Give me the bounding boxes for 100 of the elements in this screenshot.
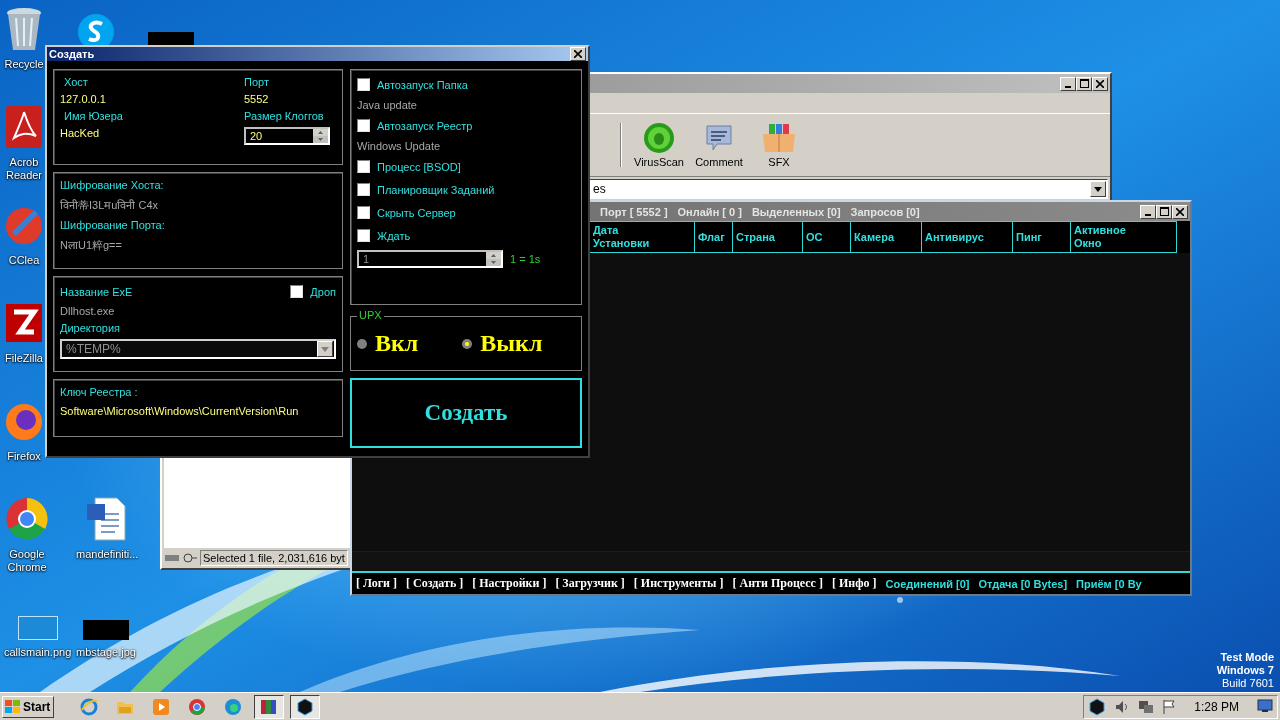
books-icon xyxy=(260,697,278,716)
desktop-shortcut[interactable]: Firefox xyxy=(4,398,44,463)
menu-item[interactable]: [ Анти Процесс ] xyxy=(732,576,823,591)
minimize-button[interactable] xyxy=(1060,76,1076,91)
title-stat: Порт [ 5552 ] xyxy=(600,205,668,218)
field-value: विनी蒂I3Lमuविनी C4x xyxy=(60,198,160,213)
desktop-shortcut[interactable]: Recycle xyxy=(4,6,44,71)
taskbar-app-button[interactable] xyxy=(254,694,284,719)
desktop-shortcut[interactable]: Acrob Reader xyxy=(4,104,44,182)
checkbox[interactable] xyxy=(357,229,370,242)
desktop-shortcut[interactable]: Google Chrome xyxy=(4,496,50,574)
menu-item[interactable]: [ Инфо ] xyxy=(831,576,877,591)
field-value: HacKed xyxy=(60,127,101,139)
toolbar-button[interactable]: Comment xyxy=(692,116,746,174)
app-icon xyxy=(224,697,242,716)
field-value: Dllhost.exe xyxy=(60,305,116,317)
title-stat: Запросов [0] xyxy=(850,205,920,218)
close-button[interactable] xyxy=(1172,204,1188,219)
menu-item[interactable]: [ Логи ] xyxy=(356,576,397,591)
spin-arrows-icon xyxy=(486,251,501,266)
caret-icon xyxy=(321,346,329,352)
box-icon xyxy=(761,122,797,154)
taskbar-app-button[interactable] xyxy=(290,694,320,719)
checkbox-label: Планировщик Заданий xyxy=(377,183,495,196)
minimize-icon xyxy=(1145,213,1151,216)
menu-item[interactable]: [ Создать ] xyxy=(406,576,464,591)
close-icon xyxy=(1176,207,1184,216)
desktop-shortcut[interactable]: FileZilla xyxy=(4,300,44,365)
app-icon xyxy=(296,697,314,716)
field-value: NलाU1粹g== xyxy=(60,238,123,253)
status-stat: Приём [0 By xyxy=(1076,577,1142,590)
toolbar-button[interactable]: SFX xyxy=(752,116,806,174)
image-file-icon xyxy=(17,616,58,640)
os-notice: Windows 7 xyxy=(1216,664,1274,677)
spin-arrows-icon xyxy=(313,129,328,143)
field-label: Название ExE xyxy=(60,285,133,298)
os-notice: Build 7601 xyxy=(1222,677,1274,690)
checkbox[interactable] xyxy=(357,183,370,196)
checkbox[interactable] xyxy=(357,206,370,219)
radio-button[interactable] xyxy=(357,338,367,349)
minimize-icon xyxy=(1065,85,1071,88)
group-legend: UPX xyxy=(357,309,384,321)
os-notice: Test Mode xyxy=(1220,651,1274,664)
minimize-button[interactable] xyxy=(1140,204,1156,219)
field-label: Директория xyxy=(60,322,122,334)
close-icon xyxy=(574,50,582,58)
dialog-title: Создать xyxy=(49,48,95,60)
checkbox[interactable] xyxy=(357,160,370,173)
redaction-block xyxy=(82,620,129,640)
title-stat: Выделенных [0] xyxy=(751,205,841,218)
field-label: Размер Клоггов xyxy=(244,110,325,122)
play-icon xyxy=(152,697,170,716)
field-label: Хост xyxy=(63,76,89,88)
start-button[interactable]: Start xyxy=(2,695,54,718)
checkbox[interactable] xyxy=(357,119,370,132)
radio-label: Выкл xyxy=(480,330,543,357)
menu-item[interactable]: [ Инструменты ] xyxy=(633,576,724,591)
checkbox-label: Дроп xyxy=(310,285,336,298)
option-note: Java update xyxy=(357,99,418,111)
field-label: Шифрование Порта: xyxy=(60,219,166,231)
field-label: Порт xyxy=(244,76,270,88)
app-icon xyxy=(188,697,206,716)
close-button[interactable] xyxy=(1092,76,1108,91)
desktop-shortcut[interactable]: mandefiniti... xyxy=(76,496,139,561)
checkbox-label: Ждать xyxy=(377,229,411,242)
radio-dot-icon xyxy=(465,341,470,346)
monitor-icon xyxy=(1257,698,1273,713)
bug-icon xyxy=(643,122,675,154)
toolbar-button[interactable]: VirusScan xyxy=(632,116,686,174)
close-button[interactable] xyxy=(570,47,586,61)
drive-icon xyxy=(164,552,198,564)
checkbox[interactable] xyxy=(290,285,304,298)
field-value: 5552 xyxy=(244,93,270,105)
maximize-icon xyxy=(1159,207,1169,216)
dropdown-button[interactable] xyxy=(1090,181,1106,197)
network-icon xyxy=(1138,698,1155,715)
status-stat: Соединений [0] xyxy=(885,577,970,590)
maximize-icon xyxy=(1079,79,1089,88)
clock: 1:28 PM xyxy=(1193,699,1240,714)
number-field[interactable]: 20 xyxy=(244,127,330,145)
show-desktop-button[interactable] xyxy=(1257,698,1273,715)
caret-icon xyxy=(1094,186,1102,192)
menu-item[interactable]: [ Загрузчик ] xyxy=(555,576,625,591)
option-note: Windows Update xyxy=(357,140,442,152)
create-button[interactable]: Создать xyxy=(350,378,582,448)
maximize-button[interactable] xyxy=(1076,76,1092,91)
status-text: Selected 1 file, 2,031,616 byt xyxy=(200,550,348,566)
checkbox-label: Автозапуск Папка xyxy=(377,78,468,91)
app-icon xyxy=(4,104,44,150)
menu-item[interactable]: [ Настройки ] xyxy=(472,576,547,591)
radio-button[interactable] xyxy=(462,338,473,349)
maximize-button[interactable] xyxy=(1156,204,1172,219)
checkbox[interactable] xyxy=(357,78,370,91)
field-value: 127.0.0.1 xyxy=(60,93,107,105)
checkbox-label: Скрыть Сервер xyxy=(377,206,456,219)
field-label: Имя Юзера xyxy=(63,110,124,122)
trash-can-icon xyxy=(4,6,44,52)
desktop-shortcut[interactable]: CClea xyxy=(4,202,44,267)
close-icon xyxy=(1096,79,1104,88)
field-label: Ключ Реестра : xyxy=(60,386,139,398)
